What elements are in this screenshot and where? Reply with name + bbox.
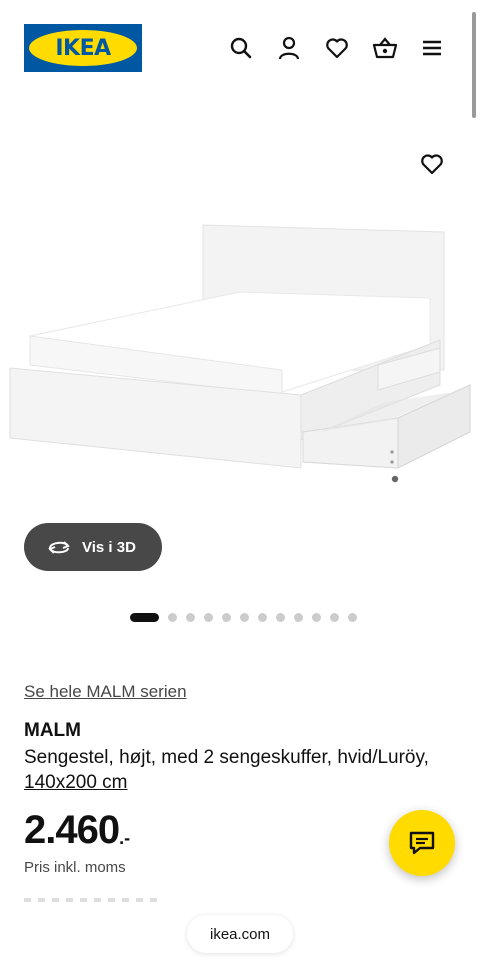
- carousel-dot[interactable]: [276, 613, 285, 622]
- product-description-text: Sengestel, højt, med 2 sengeskuffer, hvi…: [24, 747, 429, 768]
- chat-icon: [409, 831, 435, 855]
- view-in-3d-button[interactable]: Vis i 3D: [24, 523, 162, 571]
- ikea-logo[interactable]: IKEA: [24, 24, 142, 72]
- site-header: IKEA: [0, 0, 480, 96]
- carousel-dot[interactable]: [168, 613, 177, 622]
- carousel-dot[interactable]: [204, 613, 213, 622]
- price-value: 2.460: [24, 808, 120, 852]
- carousel-indicator[interactable]: [130, 613, 357, 622]
- chat-button[interactable]: [389, 810, 455, 876]
- rotate-icon: [48, 541, 70, 554]
- search-icon[interactable]: [227, 34, 255, 62]
- carousel-dot[interactable]: [222, 613, 231, 622]
- price-note: Pris inkl. moms: [24, 859, 126, 876]
- product-description: Sengestel, højt, med 2 sengeskuffer, hvi…: [24, 745, 464, 795]
- series-link[interactable]: Se hele MALM serien: [24, 682, 187, 702]
- product-name: MALM: [24, 720, 81, 741]
- view-in-3d-label: Vis i 3D: [82, 538, 136, 556]
- page-scrollbar[interactable]: [472, 12, 476, 118]
- url-text: ikea.com: [209, 925, 271, 943]
- carousel-dot[interactable]: [294, 613, 303, 622]
- favorite-button[interactable]: [414, 146, 450, 182]
- menu-icon[interactable]: [418, 34, 446, 62]
- faded-rating-row: [24, 898, 164, 902]
- product-size-link[interactable]: 140x200 cm: [24, 772, 128, 793]
- browser-url-bar[interactable]: ikea.com: [187, 915, 293, 953]
- carousel-dot[interactable]: [312, 613, 321, 622]
- price-suffix: .-: [119, 828, 131, 848]
- heart-icon: [421, 154, 443, 175]
- carousel-dot-active[interactable]: [130, 613, 159, 622]
- carousel-dot[interactable]: [330, 613, 339, 622]
- carousel-dot[interactable]: [258, 613, 267, 622]
- price: 2.460 .-: [24, 806, 130, 854]
- user-icon[interactable]: [275, 34, 303, 62]
- carousel-dot[interactable]: [240, 613, 249, 622]
- logo-text: IKEA: [55, 35, 111, 61]
- heart-icon[interactable]: [323, 34, 351, 62]
- carousel-dot[interactable]: [348, 613, 357, 622]
- product-image[interactable]: [0, 130, 480, 530]
- basket-icon[interactable]: [371, 34, 399, 62]
- logo-oval: IKEA: [29, 30, 137, 66]
- carousel-dot[interactable]: [186, 613, 195, 622]
